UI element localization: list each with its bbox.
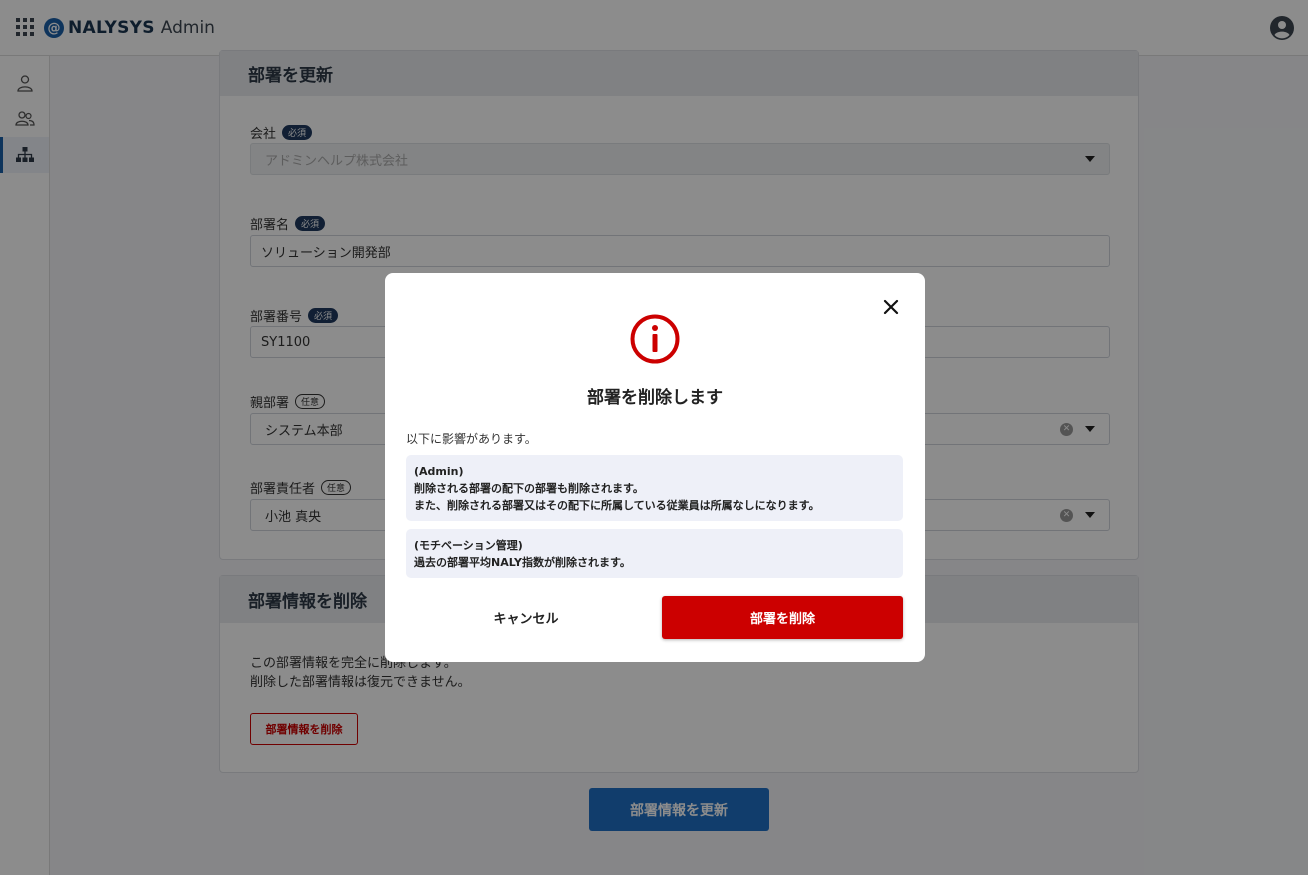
delete-confirm-dialog: 部署を削除します 以下に影響があります。 (Admin) 削除される部署の配下の… (385, 273, 925, 662)
confirm-delete-button[interactable]: 部署を削除 (662, 596, 903, 639)
dialog-title: 部署を削除します (587, 388, 723, 408)
dialog-lead: 以下に影響があります。 (406, 432, 537, 446)
close-icon[interactable] (881, 297, 901, 317)
info-alert-icon (630, 314, 680, 364)
admin-impact-heading: (Admin) (414, 465, 464, 478)
admin-impact-line1: 削除される部署の配下の部署も削除されます。 (414, 482, 644, 495)
motivation-impact-box: (モチベーション管理) 過去の部署平均NALY指数が削除されます。 (406, 529, 903, 578)
motivation-impact-heading: (モチベーション管理) (414, 539, 523, 552)
admin-impact-line2: また、削除される部署又はその配下に所属している従業員は所属なしになります。 (414, 499, 820, 512)
motivation-impact-line1: 過去の部署平均NALY指数が削除されます。 (414, 556, 631, 569)
admin-impact-box: (Admin) 削除される部署の配下の部署も削除されます。 また、削除される部署… (406, 455, 903, 521)
cancel-button[interactable]: キャンセル (406, 596, 646, 639)
